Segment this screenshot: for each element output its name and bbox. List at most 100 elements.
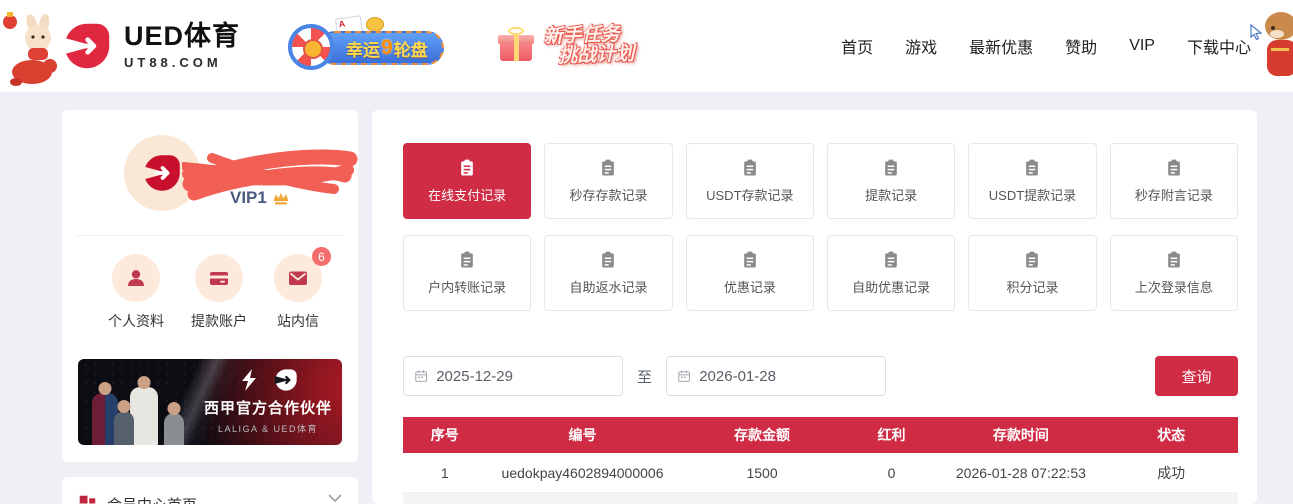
date-to-input[interactable]: [699, 368, 875, 385]
date-from-input[interactable]: [436, 368, 612, 385]
table-header-row: 序号 编号 存款金额 红利 存款时间 状态: [403, 417, 1238, 453]
tab-self-promo-records[interactable]: 自助优惠记录: [827, 235, 955, 311]
tab-label: 在线支付记录: [428, 185, 506, 204]
newbie-task-text: 新手任务 挑战计划: [543, 25, 634, 68]
promo-newbie-task-banner[interactable]: 新手任务 挑战计划: [498, 26, 634, 66]
gift-box-icon: [498, 29, 538, 63]
profile-section: VIP1: [62, 110, 358, 235]
bank-card-icon: [195, 254, 243, 302]
nav-item-sponsorship[interactable]: 赞助: [1065, 34, 1097, 58]
player-silhouette: [114, 411, 134, 445]
tab-label: 秒存存款记录: [569, 185, 647, 204]
site-logo[interactable]: UED体育 UT88.COM: [62, 21, 240, 71]
record-tabs: 在线支付记录 秒存存款记录 USDT存款记录 提款记录 USDT提款记录 秒存附…: [403, 143, 1238, 311]
roulette-wheel-icon: [288, 24, 334, 70]
tab-label: 提款记录: [865, 185, 917, 204]
vip-label: VIP1: [230, 188, 267, 208]
banner-title: 西甲官方合作伙伴: [204, 397, 332, 418]
vip-level: VIP1: [230, 188, 290, 208]
shortcut-label: 站内信: [277, 311, 319, 331]
shortcut-label: 个人资料: [108, 311, 164, 331]
cell-number: uedokpay4602894000006: [487, 465, 679, 481]
laliga-logo-icon: [238, 368, 260, 392]
member-home-link[interactable]: 会员中心首页: [62, 477, 358, 504]
date-to-field[interactable]: [666, 356, 886, 396]
new-year-rabbit-mascot: [2, 8, 60, 88]
wheel-text-3: 轮盘: [394, 36, 428, 61]
search-button[interactable]: 查询: [1155, 356, 1238, 396]
records-table: 序号 编号 存款金额 红利 存款时间 状态 1 uedokpay46028940…: [403, 417, 1238, 504]
tab-label: 户内转账记录: [428, 277, 506, 296]
sidebar: VIP1 个人资料: [62, 110, 358, 504]
date-filter-row: 至 查询: [403, 356, 1238, 396]
tab-instant-deposit-records[interactable]: 秒存存款记录: [544, 143, 672, 219]
tab-label: 优惠记录: [724, 277, 776, 296]
tab-label: USDT存款记录: [706, 185, 793, 204]
records-panel: 在线支付记录 秒存存款记录 USDT存款记录 提款记录 USDT提款记录 秒存附…: [372, 110, 1257, 504]
wheel-text-1: 幸运: [346, 36, 380, 61]
tab-instant-memo-records[interactable]: 秒存附言记录: [1110, 143, 1238, 219]
nav-item-games[interactable]: 游戏: [905, 34, 937, 58]
col-time: 存款时间: [937, 425, 1104, 445]
date-to-separator: 至: [637, 366, 652, 387]
logo-text: UED体育 UT88.COM: [124, 22, 240, 70]
new-year-horse-mascot: [1259, 10, 1293, 86]
date-from-field[interactable]: [403, 356, 623, 396]
member-home-label: 会员中心首页: [107, 494, 318, 504]
col-serial: 序号: [403, 425, 487, 445]
ued-logo-small-icon: [274, 368, 298, 392]
tab-usdt-withdrawal-records[interactable]: USDT提款记录: [968, 143, 1096, 219]
crown-icon: [272, 191, 290, 206]
tab-points-records[interactable]: 积分记录: [968, 235, 1096, 311]
col-number: 编号: [487, 425, 679, 445]
shortcut-label: 提款账户: [191, 311, 247, 331]
player-silhouette: [164, 413, 184, 445]
task-line-2: 挑战计划: [544, 44, 635, 67]
tab-label: 积分记录: [1006, 277, 1058, 296]
top-header: UED体育 UT88.COM 幸运 9 轮盘 新手任务 挑战计划 首页 游戏 最…: [0, 0, 1293, 92]
promo-lucky-wheel-banner[interactable]: 幸运 9 轮盘: [288, 15, 458, 77]
nav-item-promotions[interactable]: 最新优惠: [969, 34, 1033, 58]
person-icon: [112, 254, 160, 302]
calendar-icon: [414, 368, 428, 384]
banner-text-block: 西甲官方合作伙伴 LALIGA & UED体育: [204, 367, 332, 435]
grid-icon: [78, 494, 97, 504]
shortcut-personal-info[interactable]: 个人资料: [108, 254, 164, 331]
logo-title: UED体育: [124, 22, 240, 52]
cell-amount: 1500: [679, 465, 846, 481]
tab-withdrawal-records[interactable]: 提款记录: [827, 143, 955, 219]
tab-label: 上次登录信息: [1135, 277, 1213, 296]
tab-label: USDT提款记录: [989, 185, 1076, 204]
ued-logo-icon: [62, 21, 112, 71]
calendar-icon: [677, 368, 691, 384]
page-content: VIP1 个人资料: [0, 92, 1293, 504]
tab-usdt-deposit-records[interactable]: USDT存款记录: [686, 143, 814, 219]
tab-internal-transfer-records[interactable]: 户内转账记录: [403, 235, 531, 311]
profile-shortcuts: 个人资料 提款账户 6 站内信: [62, 236, 358, 345]
tab-promo-records[interactable]: 优惠记录: [686, 235, 814, 311]
wheel-text-2: 9: [381, 36, 393, 60]
shortcut-site-mail[interactable]: 6 站内信: [274, 254, 322, 331]
banner-logos: [204, 367, 332, 393]
player-silhouette: [130, 387, 158, 445]
shortcut-withdrawal-account[interactable]: 提款账户: [191, 254, 247, 331]
laliga-partner-banner[interactable]: 西甲官方合作伙伴 LALIGA & UED体育: [78, 359, 342, 445]
tab-last-login-info[interactable]: 上次登录信息: [1110, 235, 1238, 311]
chevron-down-icon: [328, 494, 342, 503]
tab-online-payment-records[interactable]: 在线支付记录: [403, 143, 531, 219]
banner-subtitle: LALIGA & UED体育: [204, 422, 332, 435]
lucky-wheel-label: 幸运 9 轮盘: [318, 31, 444, 65]
tab-label: 自助优惠记录: [852, 277, 930, 296]
nav-item-home[interactable]: 首页: [841, 34, 873, 58]
profile-card: VIP1 个人资料: [62, 110, 358, 462]
nav-item-vip[interactable]: VIP: [1129, 37, 1155, 55]
nav-item-download[interactable]: 下载中心: [1187, 34, 1251, 58]
tab-label: 秒存附言记录: [1135, 185, 1213, 204]
cell-bonus: 0: [846, 465, 938, 481]
cell-status: 成功: [1104, 463, 1238, 483]
col-bonus: 红利: [846, 425, 938, 445]
logo-subtitle: UT88.COM: [124, 55, 240, 70]
col-status: 状态: [1104, 425, 1238, 445]
cell-time: 2026-01-28 07:22:53: [937, 465, 1104, 481]
tab-self-rebate-records[interactable]: 自助返水记录: [544, 235, 672, 311]
